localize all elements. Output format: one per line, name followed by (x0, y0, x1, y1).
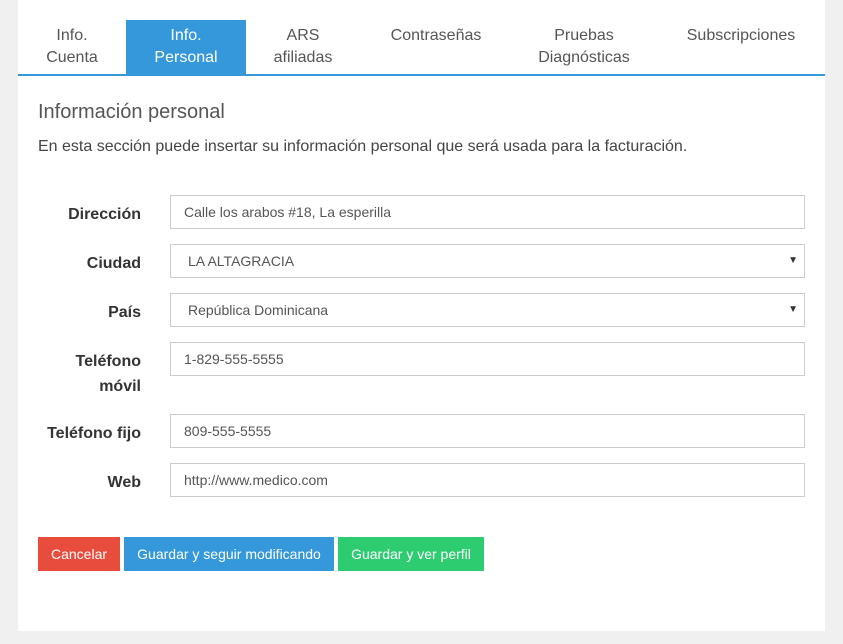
pais-selected-value: República Dominicana (188, 302, 329, 318)
direccion-label: Dirección (68, 206, 141, 223)
section-title: Información personal (38, 101, 225, 123)
direccion-input[interactable] (170, 195, 805, 229)
telefono-movil-label: Teléfono móvil (76, 349, 141, 399)
tab-label: Contraseñas (390, 27, 482, 44)
tab-label: Info. (56, 27, 88, 44)
save-view-profile-button[interactable]: Guardar y ver perfil (338, 537, 484, 571)
tab-subscripciones[interactable]: Subscripciones (656, 20, 826, 74)
tab-ars-afiliadas[interactable]: ARS afiliadas (246, 20, 360, 74)
tab-label: Personal (154, 49, 218, 66)
ciudad-select[interactable]: LA ALTAGRACIA ▼ (170, 244, 805, 278)
caret-down-icon: ▼ (788, 304, 798, 315)
tab-label: Pruebas (554, 27, 614, 44)
tab-pruebas-diagnosticas[interactable]: Pruebas Diagnósticas (512, 20, 656, 74)
telefono-movil-label-line2: móvil (99, 378, 141, 395)
telefono-movil-input[interactable] (170, 342, 805, 376)
ciudad-label: Ciudad (86, 255, 141, 272)
tab-label: Diagnósticas (538, 49, 630, 66)
tab-label: Cuenta (46, 49, 98, 66)
telefono-fijo-label: Teléfono fijo (47, 425, 141, 442)
pais-select[interactable]: República Dominicana ▼ (170, 293, 805, 327)
tab-info-personal[interactable]: Info. Personal (126, 20, 246, 74)
web-input[interactable] (170, 463, 805, 497)
ciudad-selected-value: LA ALTAGRACIA (188, 253, 295, 269)
section-description: En esta sección puede insertar su inform… (38, 138, 688, 155)
settings-panel: Info. Cuenta Info. Personal ARS afiliada… (18, 0, 825, 631)
tab-label: afiliadas (273, 49, 333, 66)
tab-info-cuenta[interactable]: Info. Cuenta (18, 20, 126, 74)
telefono-fijo-input[interactable] (170, 414, 805, 448)
tab-label: Subscripciones (686, 27, 796, 44)
caret-down-icon: ▼ (788, 255, 798, 266)
web-label: Web (107, 474, 141, 491)
tab-label: ARS (286, 27, 320, 44)
tab-contrasenas[interactable]: Contraseñas (360, 20, 512, 74)
save-continue-button[interactable]: Guardar y seguir modificando (124, 537, 334, 571)
cancel-button[interactable]: Cancelar (38, 537, 120, 571)
telefono-movil-label-line1: Teléfono (75, 353, 141, 370)
pais-label: País (108, 304, 141, 321)
tab-bar: Info. Cuenta Info. Personal ARS afiliada… (18, 20, 825, 76)
tab-label: Info. (170, 27, 202, 44)
